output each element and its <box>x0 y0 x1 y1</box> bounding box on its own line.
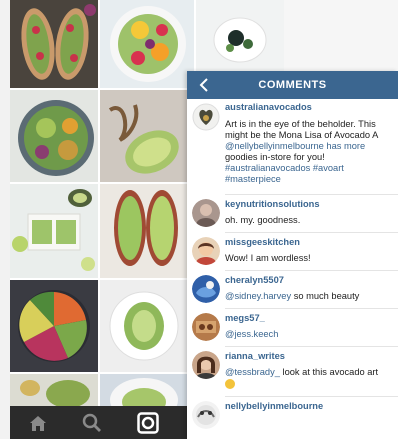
photo-image <box>100 184 188 278</box>
photo-image <box>196 0 284 71</box>
photo-tile[interactable] <box>100 0 194 88</box>
home-icon[interactable] <box>18 406 58 439</box>
comment-text-line: goodies in-store for you! <box>225 152 325 162</box>
comment-item: missgeeskitchen Wow! I am wordless! <box>187 233 398 271</box>
avatar[interactable] <box>192 199 220 227</box>
photo-tile[interactable] <box>100 90 188 182</box>
photo-tile[interactable] <box>196 0 284 71</box>
comment-text: @sidney.harvey so much beauty <box>225 291 359 302</box>
comment-username[interactable]: megs57_ <box>225 313 265 323</box>
mention-link[interactable]: @sidney.harvey <box>225 291 291 301</box>
photo-image <box>10 280 98 372</box>
photo-image <box>10 0 98 88</box>
comment-text-rest: look at this avocado art <box>279 367 379 377</box>
comments-panel: COMMENTS australianavocados Art is in th… <box>187 71 398 439</box>
photo-tile[interactable] <box>100 374 188 406</box>
avatar[interactable] <box>192 275 220 303</box>
comment-username[interactable]: nellybellyinmelbourne <box>225 401 323 411</box>
comment-text-rest: so much beauty <box>291 291 360 301</box>
comment-emoji-line <box>225 379 235 391</box>
left-edge <box>0 0 10 439</box>
comment-username[interactable]: australianavocados <box>225 102 312 112</box>
emoji-icon <box>225 379 235 389</box>
comment-text: @tessbrady_ look at this avocado art <box>225 367 378 378</box>
mention-link[interactable]: @jess.keech <box>225 329 278 339</box>
bottom-nav-bar <box>10 406 190 439</box>
photo-image <box>10 374 98 406</box>
photo-tile[interactable] <box>284 0 398 71</box>
photo-tile[interactable] <box>10 184 98 278</box>
photo-tile[interactable] <box>100 280 188 372</box>
comment-item: australianavocados Art is in the eye of … <box>187 99 398 195</box>
comment-text: oh. my. goodness. <box>225 215 301 225</box>
photo-tile[interactable] <box>100 184 188 278</box>
photo-tile[interactable] <box>10 90 98 182</box>
comment-item: rianna_writes @tessbrady_ look at this a… <box>187 347 398 397</box>
photo-tile[interactable] <box>10 280 98 372</box>
avatar[interactable] <box>192 401 220 429</box>
comment-text: @jess.keech <box>225 329 278 340</box>
avatar[interactable] <box>192 103 220 131</box>
comment-item: nellybellyinmelbourne <box>187 397 398 439</box>
comment-text-line: might be the Mona Lisa of Avocado A <box>225 130 379 140</box>
camera-icon[interactable] <box>128 406 168 439</box>
comment-username[interactable]: cheralyn5507 <box>225 275 284 285</box>
photo-image <box>100 0 194 88</box>
comment-item: keynutritionsolutions oh. my. goodness. <box>187 195 398 233</box>
photo-image <box>100 280 188 372</box>
comment-username[interactable]: rianna_writes <box>225 351 285 361</box>
search-icon[interactable] <box>72 406 112 439</box>
page-title: COMMENTS <box>258 79 327 91</box>
photo-image <box>10 90 98 182</box>
hashtag-link[interactable]: #masterpiece <box>225 174 281 185</box>
mention-link[interactable]: @tessbrady_ <box>225 367 280 377</box>
comment-text: Wow! I am wordless! <box>225 253 311 263</box>
photo-image <box>100 90 188 182</box>
hashtag-link[interactable]: #australianavocados #avoart <box>225 163 344 174</box>
avatar[interactable] <box>192 237 220 265</box>
photo-image <box>10 184 98 278</box>
avatar[interactable] <box>192 351 220 379</box>
mention-link[interactable]: @nellybellyinmelbourne has more <box>225 141 365 152</box>
photo-tile[interactable] <box>10 0 98 88</box>
comment-username[interactable]: missgeeskitchen <box>225 237 300 247</box>
comments-header: COMMENTS <box>187 71 398 99</box>
avatar[interactable] <box>192 313 220 341</box>
comment-item: megs57_ @jess.keech <box>187 309 398 347</box>
comment-username[interactable]: keynutritionsolutions <box>225 199 320 209</box>
back-chevron-icon[interactable] <box>196 75 212 95</box>
photo-image <box>100 374 188 406</box>
photo-tile[interactable] <box>10 374 98 406</box>
comment-item: cheralyn5507 @sidney.harvey so much beau… <box>187 271 398 309</box>
comment-text-line: Art is in the eye of the beholder. This <box>225 119 376 129</box>
